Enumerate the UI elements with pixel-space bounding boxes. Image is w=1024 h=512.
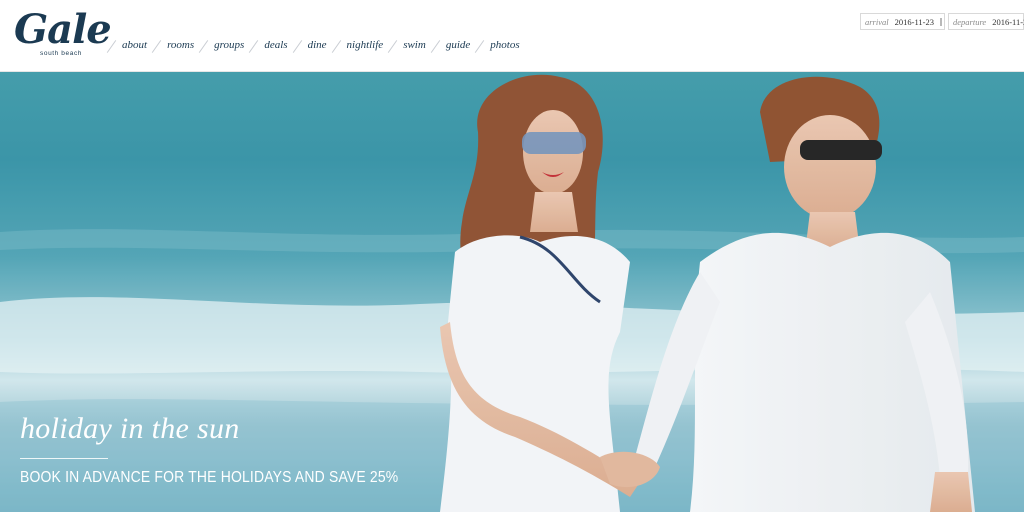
nav-label: nightlife xyxy=(346,39,384,51)
nav-label: guide xyxy=(445,39,471,51)
logo-wordmark: Gale xyxy=(14,6,112,53)
nav-item-rooms[interactable]: rooms xyxy=(151,37,195,53)
departure-date-field[interactable]: departure 2016-11-24 xyxy=(948,13,1024,30)
nav-label: about xyxy=(122,39,148,51)
nav-item-swim[interactable]: swim xyxy=(387,37,426,53)
hero-title: holiday in the sun xyxy=(20,412,240,445)
nav-label: swim xyxy=(403,39,426,51)
nav-item-dine[interactable]: dine xyxy=(292,37,327,53)
departure-value: 2016-11-24 xyxy=(992,16,1024,27)
nav-label: photos xyxy=(490,39,520,51)
nav-divider xyxy=(292,40,302,53)
hero-caption: holiday in the sun BOOK IN ADVANCE FOR T… xyxy=(20,412,440,487)
hero-promo-link[interactable]: BOOK IN ADVANCE FOR THE HOLIDAYS AND SAV… xyxy=(20,469,398,487)
nav-divider xyxy=(198,40,209,53)
nav-divider xyxy=(475,40,485,53)
nav-item-groups[interactable]: groups xyxy=(198,37,245,53)
gale-logo[interactable]: Gale south beach xyxy=(14,6,112,62)
logo-subtitle: south beach xyxy=(40,50,83,57)
nav-item-guide[interactable]: guide xyxy=(430,37,471,53)
nav-divider xyxy=(331,40,341,53)
hero-divider xyxy=(20,458,108,459)
site-header: Gale south beach about rooms groups deal… xyxy=(0,0,1024,72)
nav-item-nightlife[interactable]: nightlife xyxy=(331,37,384,53)
nav-item-photos[interactable]: photos xyxy=(475,37,520,53)
nav-divider xyxy=(249,40,259,53)
calendar-icon[interactable] xyxy=(939,17,942,26)
nav-divider xyxy=(151,40,162,53)
main-nav: about rooms groups deals dine nightlife … xyxy=(106,37,530,53)
arrival-label: arrival xyxy=(865,16,889,27)
nav-item-about[interactable]: about xyxy=(106,37,148,53)
arrival-date-field[interactable]: arrival 2016-11-23 xyxy=(860,13,945,30)
nav-label: rooms xyxy=(167,39,195,51)
nav-item-deals[interactable]: deals xyxy=(249,37,288,53)
nav-label: deals xyxy=(264,39,288,51)
nav-divider xyxy=(430,40,441,53)
nav-label: groups xyxy=(214,39,245,51)
nav-label: dine xyxy=(307,39,327,51)
hero-banner: holiday in the sun BOOK IN ADVANCE FOR T… xyxy=(0,72,1024,512)
arrival-value: 2016-11-23 xyxy=(894,16,934,27)
departure-label: departure xyxy=(953,16,987,27)
nav-divider xyxy=(387,40,398,53)
